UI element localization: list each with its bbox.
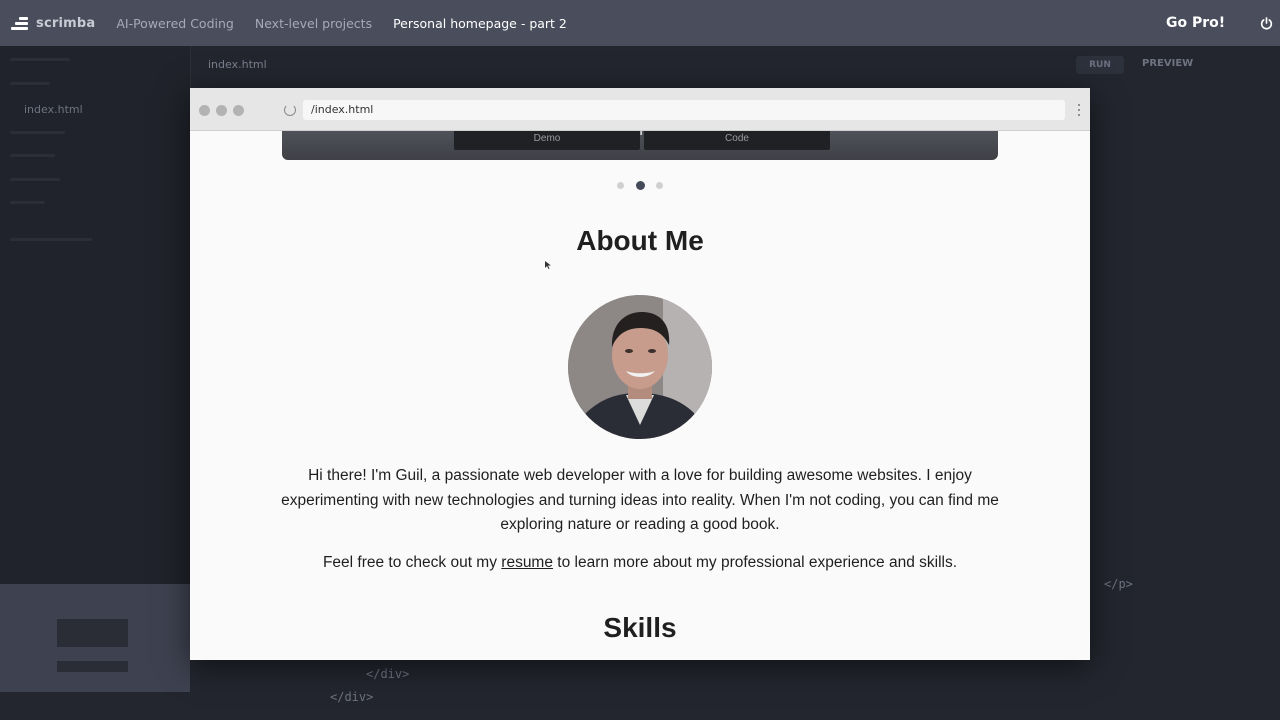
page-viewport: Description for Project 2 Demo Code Abou… [190, 120, 1090, 660]
about-me-bio: Hi there! I'm Guil, a passionate web dev… [281, 467, 999, 533]
code-fragment: </div> [330, 690, 374, 704]
editor-tab-index[interactable]: index.html [208, 58, 267, 71]
reload-icon[interactable] [284, 104, 296, 116]
thumbnail-block [57, 619, 128, 647]
demo-button[interactable]: Demo [454, 128, 640, 150]
thumbnail-bar [57, 661, 128, 672]
file-sidebar: index.html [0, 46, 191, 584]
resume-suffix-text: to learn more about my professional expe… [552, 554, 958, 571]
brand-name: scrimba [36, 15, 96, 31]
go-pro-button[interactable]: Go Pro! [1166, 15, 1225, 31]
portrait-illustration [568, 295, 712, 439]
profile-avatar [568, 295, 712, 439]
browser-chrome: /index.html [190, 88, 1090, 131]
sidebar-file-index[interactable]: index.html [24, 103, 83, 116]
scrimba-logo-icon [10, 15, 30, 31]
carousel-indicator-active[interactable] [636, 181, 645, 190]
browser-menu-icon[interactable] [1078, 104, 1081, 117]
resume-paragraph: Feel free to check out my resume to lear… [190, 554, 1090, 572]
browser-preview-window: /index.html Description for Project 2 De… [190, 88, 1090, 660]
window-maximize-dot[interactable] [233, 105, 244, 116]
scrimba-logo[interactable]: scrimba [10, 15, 95, 31]
skills-heading: Skills [603, 612, 677, 643]
code-fragment: </div> [366, 667, 410, 681]
carousel-indicator[interactable] [656, 182, 663, 189]
preview-button[interactable]: PREVIEW [1142, 58, 1193, 69]
breadcrumb-current-lesson[interactable]: Personal homepage - part 2 [393, 16, 567, 31]
code-fragment: </p> [1104, 577, 1133, 591]
code-button[interactable]: Code [644, 128, 830, 150]
top-nav-bar: scrimba AI-Powered Coding Next-level pro… [0, 0, 1280, 46]
run-button[interactable]: RUN [1076, 56, 1124, 74]
resume-link[interactable]: resume [501, 554, 553, 571]
resume-prefix-text: Feel free to check out my [322, 554, 502, 571]
window-minimize-dot[interactable] [216, 105, 227, 116]
mouse-cursor-icon [545, 261, 551, 269]
carousel-indicator[interactable] [617, 182, 624, 189]
url-bar[interactable]: /index.html [303, 100, 1065, 120]
video-thumbnail-panel[interactable] [0, 584, 190, 692]
about-me-heading: About Me [576, 225, 704, 256]
power-icon[interactable] [1260, 17, 1273, 30]
breadcrumb-next-level-projects[interactable]: Next-level projects [255, 16, 372, 31]
breadcrumb-ai-powered-coding[interactable]: AI-Powered Coding [116, 16, 234, 31]
window-close-dot[interactable] [199, 105, 210, 116]
